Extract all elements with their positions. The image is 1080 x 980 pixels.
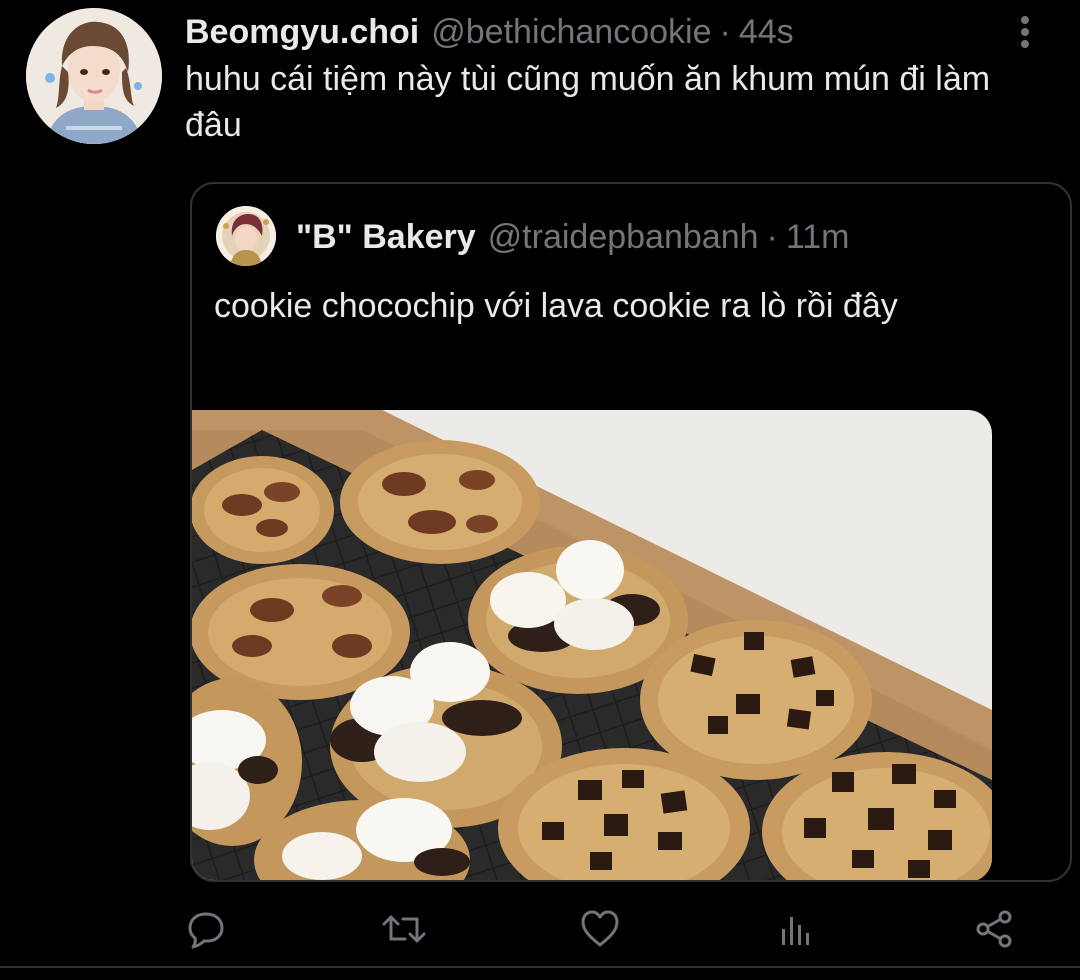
divider — [0, 966, 1080, 968]
author-avatar[interactable] — [26, 8, 162, 144]
quoted-header-separator: · — [766, 217, 778, 256]
tweet-action-bar — [0, 896, 1080, 962]
share-icon[interactable] — [964, 896, 1024, 962]
quoted-handle: @traidepbanbanh — [487, 217, 759, 256]
header-separator: · — [719, 12, 731, 51]
quoted-tweet-text: cookie chocochip với lava cookie ra lò r… — [214, 287, 898, 325]
author-display-name[interactable]: Beomgyu.choi — [185, 13, 419, 52]
tweet-timestamp[interactable]: 44s — [739, 13, 794, 52]
more-options-icon[interactable] — [1010, 14, 1040, 50]
retweet-icon[interactable] — [374, 896, 434, 962]
author-handle[interactable]: @bethichancookie — [431, 13, 711, 52]
tweet-text: huhu cái tiệm này tùi cũng muốn ăn khum … — [185, 60, 991, 144]
tweet[interactable]: Beomgyu.choi @bethichancookie · 44s huhu… — [0, 0, 1080, 980]
quoted-timestamp: 11m — [785, 217, 850, 256]
quoted-display-name: "B" Bakery — [296, 217, 476, 256]
quoted-tweet-photo[interactable] — [192, 410, 992, 880]
like-icon[interactable] — [570, 896, 630, 962]
analytics-icon[interactable] — [766, 896, 826, 962]
reply-icon[interactable] — [176, 896, 236, 962]
quoted-tweet-header: "B" Bakery @traidepbanbanh · 11m — [296, 214, 849, 260]
quoted-tweet[interactable]: "B" Bakery @traidepbanbanh · 11m cookie … — [190, 182, 1072, 882]
quoted-author-avatar — [216, 206, 276, 266]
tweet-header: Beomgyu.choi @bethichancookie · 44s — [185, 10, 794, 54]
